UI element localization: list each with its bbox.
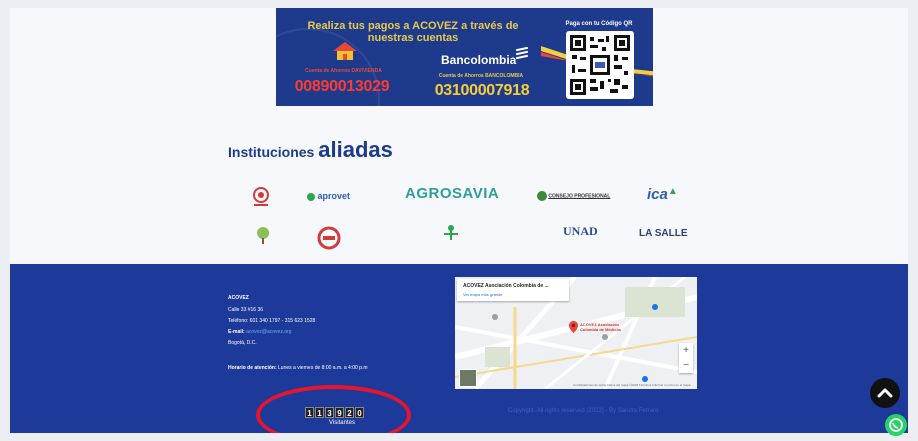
partner-lasalle[interactable]: LA SALLE (639, 228, 688, 239)
partner-aprovet-label: aprovet (317, 191, 351, 201)
partner-consejo-profesional[interactable]: CONSEJO PROFESIONAL (537, 191, 610, 201)
map-footer: Combinaciones de teclas Datos del mapa ©… (573, 383, 691, 387)
counter-digit: 1 (305, 407, 314, 418)
qr-code[interactable] (566, 31, 634, 99)
consejo-seal-icon (537, 191, 547, 201)
davivienda-house-icon (333, 42, 357, 60)
embedded-map[interactable]: ACOVEZ Asociación Colombia de ... Ver ma… (455, 277, 697, 389)
map-info-card: ACOVEZ Asociación Colombia de ... Ver ma… (457, 279, 569, 301)
qr-code-icon (570, 35, 630, 95)
footer-address: Calle 33 #16 36 (228, 307, 264, 313)
footer-hours: Lunes a viernes de 8:00 a.m. a 4:00 p.m (278, 365, 368, 371)
partner-logo-round-badge-icon[interactable] (317, 226, 341, 250)
visitor-counter: 1 1 3 9 2 0 (305, 407, 364, 418)
counter-digit: 2 (345, 407, 354, 418)
account2-label: Cuenta de Ahorros BANCOLOMBIA (438, 73, 524, 79)
institutions-title: Instituciones aliadas (228, 137, 393, 163)
map-larger-link[interactable]: Ver mapa más grande (463, 292, 502, 297)
map-title: ACOVEZ Asociación Colombia de ... (463, 283, 549, 289)
footer-email-row: E-mail: acovez@acovez.org (228, 329, 291, 335)
back-arrow-icon[interactable]: ← (28, 25, 36, 34)
counter-digit: 3 (325, 407, 334, 418)
map-zoom-control: + − (679, 343, 693, 373)
partner-aprovet[interactable]: aprovet (307, 191, 350, 201)
zoom-in-button[interactable]: + (679, 343, 693, 358)
counter-digit: 0 (355, 407, 364, 418)
footer-phone: Teléfono: 601 340 1797 - 315 623 1528 (228, 318, 316, 324)
partner-unad[interactable]: UNAD (563, 224, 598, 239)
scroll-to-top-button[interactable] (870, 378, 900, 408)
account1-number: 00890013029 (294, 78, 390, 95)
footer-city: Bogotá, D.C. (228, 340, 257, 346)
partner-consejo-label: CONSEJO PROFESIONAL (548, 193, 611, 200)
account2-number: 03100007918 (434, 82, 530, 99)
account1-label: Cuenta de Ahorros DAVIVIENDA (305, 68, 382, 74)
aprovet-icon (307, 192, 315, 201)
map-pin-label: ACOVEZ Asociación Colombia de Médicos (580, 322, 622, 332)
footer-hours-label: Horario de atención: (228, 365, 277, 371)
banner-title: Realiza tus pagos a ACOVEZ a través de n… (307, 20, 519, 44)
counter-digit: 1 (315, 407, 324, 418)
partner-agrosavia[interactable]: AGROSAVIA (405, 185, 499, 202)
map-pin-icon[interactable] (569, 321, 578, 333)
visitors-label: Visitantes (329, 420, 355, 426)
partner-logo-sena-icon[interactable] (442, 224, 460, 242)
map-satellite-toggle[interactable] (459, 369, 477, 387)
qr-label: Paga con tu Código QR (565, 21, 633, 27)
footer-org: ACOVEZ (228, 295, 249, 301)
zoom-out-button[interactable]: − (679, 358, 693, 373)
footer-email-link[interactable]: acovez@acovez.org (246, 329, 291, 335)
site-footer: ACOVEZ Calle 33 #16 36 Teléfono: 601 340… (10, 264, 908, 433)
copyright: Copyright. All rights reserved (2022) - … (508, 408, 659, 414)
bancolombia-logo-icon (515, 47, 529, 59)
footer-hours-row: Horario de atención: Lunes a viernes de … (228, 365, 368, 371)
page: ← Realiza tus pagos a ACOVEZ a través de… (10, 8, 908, 433)
partner-logo-tree-icon[interactable] (254, 226, 272, 246)
payment-banner: Realiza tus pagos a ACOVEZ a través de n… (276, 8, 653, 106)
institutions-title-prefix: Instituciones (228, 144, 315, 160)
footer-email-label: E-mail: (228, 329, 245, 335)
partner-logo-shield-icon[interactable] (250, 186, 272, 208)
ica-leaf-icon: ▲ (667, 186, 678, 197)
institutions-title-highlight: aliadas (318, 137, 393, 162)
counter-digit: 9 (335, 407, 344, 418)
partner-ica[interactable]: ica▲ (647, 186, 678, 203)
partner-ica-label: ica (647, 186, 668, 203)
chevron-up-icon (877, 388, 893, 398)
